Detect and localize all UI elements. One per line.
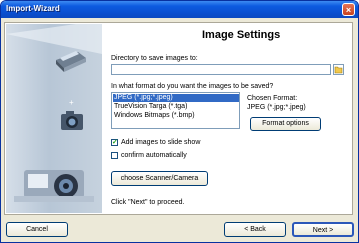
next-button[interactable]: Next > [292,222,354,237]
proceed-hint: Click "Next" to proceed. [111,199,185,206]
close-button[interactable]: × [342,3,355,16]
import-wizard-window: Import-Wizard × + Image Settings Directo… [0,0,359,243]
printer-camera-photo [14,170,94,202]
format-options-button[interactable]: Format options [250,117,321,131]
confirm-checkbox[interactable] [111,152,118,159]
chosen-format-value: JPEG (*.jpg;*.jpeg) [247,104,306,111]
close-icon: × [345,5,352,15]
svg-text:+: + [69,98,74,107]
confirm-checkbox-label: confirm automatically [121,152,187,159]
side-illustration: + [6,24,102,213]
directory-input[interactable] [111,64,331,75]
footer-bar: Cancel < Back Next > [1,219,358,242]
folder-icon [334,66,343,74]
browse-folder-button[interactable] [333,64,344,75]
chosen-format-label: Chosen Format: [247,95,298,102]
back-button[interactable]: < Back [224,222,286,237]
window-title: Import-Wizard [6,4,60,13]
page-title: Image Settings [202,29,281,41]
title-bar[interactable]: Import-Wizard × [1,1,358,18]
format-option-jpeg[interactable]: JPEG (*.jpg;*.jpeg) [113,94,239,102]
directory-label: Directory to save images to: [111,55,198,62]
format-listbox[interactable]: JPEG (*.jpg;*.jpeg) TrueVision Targa (*.… [111,92,240,129]
format-option-tga[interactable]: TrueVision Targa (*.tga) [113,103,187,111]
cancel-button[interactable]: Cancel [6,222,68,237]
slideshow-checkbox-label: Add images to slide show [121,139,201,146]
format-option-bmp[interactable]: Windows Bitmaps (*.bmp) [113,112,195,120]
choose-scanner-camera-button[interactable]: choose Scanner/Camera [111,171,208,186]
camera-icon [61,111,83,130]
scanner-icon [56,51,86,72]
format-question: In what format do you want the images to… [111,83,274,90]
slideshow-checkbox[interactable] [111,138,118,146]
illustration-graphic: + [6,24,102,202]
